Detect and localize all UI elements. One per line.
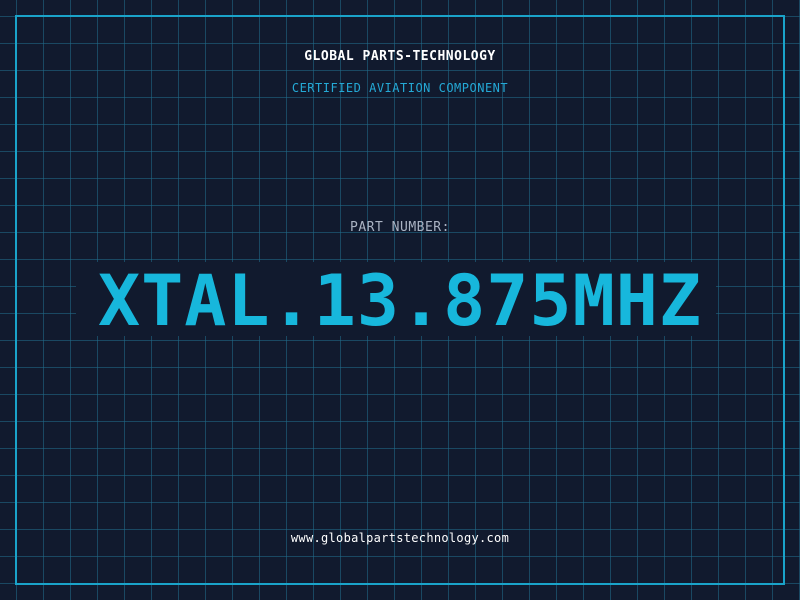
company-name: GLOBAL PARTS-TECHNOLOGY bbox=[304, 49, 496, 64]
part-number-value: XTAL.13.875MHZ bbox=[97, 260, 702, 342]
part-number-label: PART NUMBER: bbox=[350, 220, 450, 235]
certificate-panel: GLOBAL PARTS-TECHNOLOGY CERTIFIED AVIATI… bbox=[0, 0, 800, 600]
website-url: www.globalpartstechnology.com bbox=[290, 531, 510, 545]
certification-subtitle: CERTIFIED AVIATION COMPONENT bbox=[291, 81, 509, 95]
